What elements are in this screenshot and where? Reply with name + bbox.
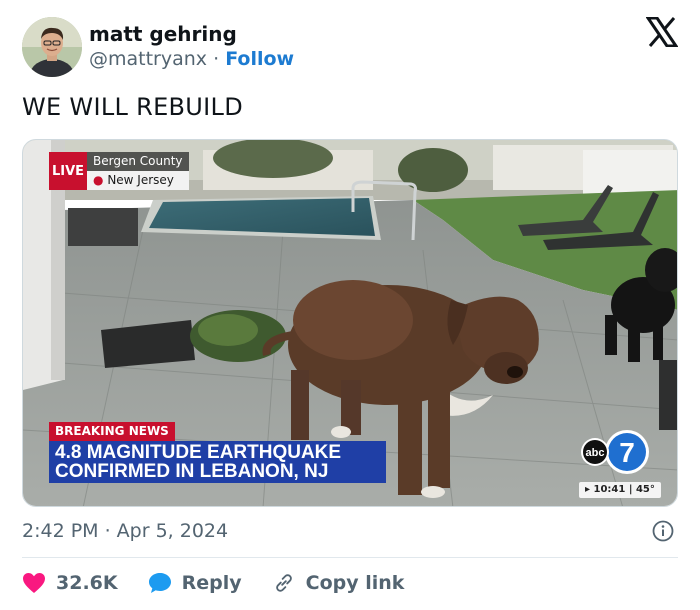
broadcast-time-temp: ▸ 10:41 | 45° xyxy=(579,482,661,498)
divider xyxy=(22,557,678,558)
breaking-news-label: BREAKING NEWS xyxy=(49,422,175,441)
copy-link-button[interactable]: Copy link xyxy=(272,572,405,594)
avatar[interactable] xyxy=(22,17,82,77)
news-headline: 4.8 MAGNITUDE EARTHQUAKE CONFIRMED IN LE… xyxy=(49,441,386,483)
location-pin-icon: ● xyxy=(93,173,104,187)
reply-button[interactable]: Reply xyxy=(148,572,242,594)
author-handle-row: @mattryanx · Follow xyxy=(89,48,294,70)
location-state: New Jersey xyxy=(107,173,174,187)
location-state-row: ● New Jersey xyxy=(87,171,189,190)
x-logo-icon[interactable] xyxy=(645,16,679,48)
location-tag: Bergen County ● New Jersey xyxy=(87,152,189,190)
author-handle[interactable]: @mattryanx xyxy=(89,48,207,70)
network-logo-text: abc xyxy=(586,447,605,459)
like-button[interactable]: 32.6K xyxy=(22,572,118,594)
follow-button[interactable]: Follow xyxy=(225,48,294,70)
copy-link-label: Copy link xyxy=(305,572,405,594)
tweet-card: matt gehring @mattryanx · Follow WE WILL… xyxy=(0,0,700,610)
tweet-timestamp[interactable]: 2:42 PM · Apr 5, 2024 xyxy=(22,520,228,542)
headline-line-2: CONFIRMED IN LEBANON, NJ xyxy=(55,461,329,482)
reply-label: Reply xyxy=(181,572,242,594)
abc7-logo-icon: 7 abc xyxy=(581,430,649,474)
location-county: Bergen County xyxy=(87,152,189,171)
live-badge: LIVE xyxy=(49,152,87,190)
heart-icon xyxy=(23,573,45,593)
reply-bubble-icon xyxy=(148,573,171,593)
video-media[interactable]: LIVE Bergen County ● New Jersey BREAKING… xyxy=(22,139,678,507)
headline-line-1: 4.8 MAGNITUDE EARTHQUAKE xyxy=(55,442,342,463)
tweet-text: WE WILL REBUILD xyxy=(22,93,244,121)
like-count: 32.6K xyxy=(56,572,118,594)
link-icon xyxy=(275,574,292,592)
channel-number: 7 xyxy=(619,437,635,468)
live-location-badge: LIVE Bergen County ● New Jersey xyxy=(49,152,189,190)
author-name[interactable]: matt gehring xyxy=(89,22,237,46)
info-icon[interactable] xyxy=(652,520,674,542)
tweet-actions: 32.6K Reply Copy link xyxy=(22,568,434,598)
handle-separator: · xyxy=(213,48,220,70)
